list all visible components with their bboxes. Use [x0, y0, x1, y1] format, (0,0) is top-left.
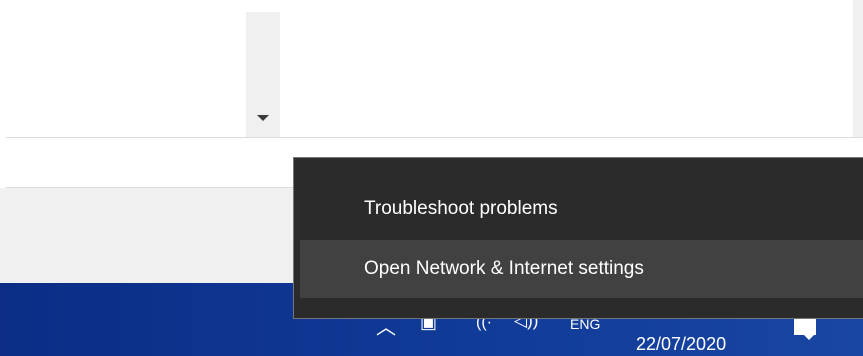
menu-item-troubleshoot-problems[interactable]: Troubleshoot problems	[300, 180, 863, 238]
dropdown-arrow-icon[interactable]	[257, 115, 269, 121]
content-area	[0, 0, 863, 138]
network-context-menu: Troubleshoot problems Open Network & Int…	[293, 157, 863, 319]
notification-icon[interactable]	[794, 318, 816, 340]
right-panel-edge	[853, 0, 863, 155]
clock-date[interactable]: 22/07/2020	[636, 334, 726, 355]
menu-item-open-network-settings[interactable]: Open Network & Internet settings	[300, 240, 863, 298]
